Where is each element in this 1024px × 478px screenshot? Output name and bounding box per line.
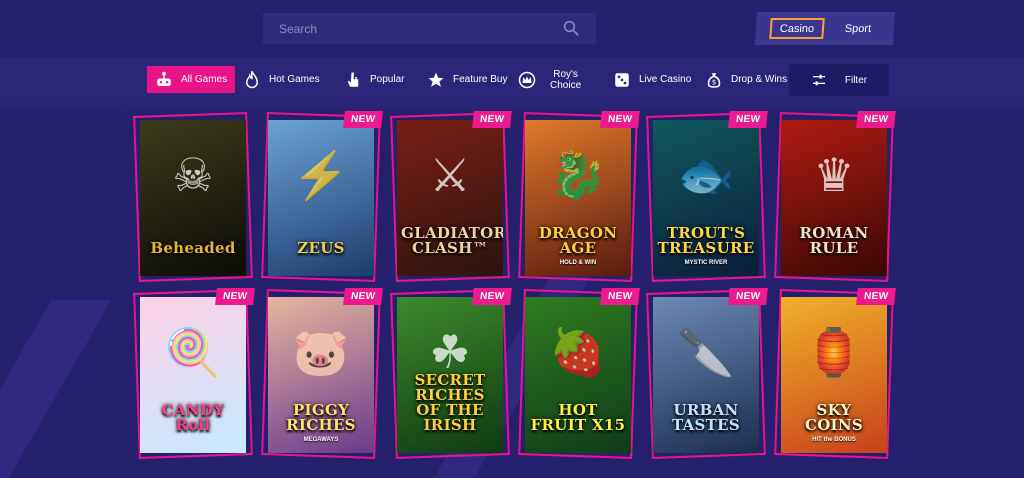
joystick-icon — [155, 71, 173, 89]
game-thumbnail[interactable]: ⚔ GLADIATOR CLASH™ — [397, 120, 503, 276]
game-thumbnail[interactable]: ⚡ ZEUS — [268, 120, 374, 276]
game-title: HOT FRUIT X15 — [530, 401, 626, 434]
game-title: PIGGY RICHES — [286, 401, 356, 434]
game-artwork-icon: 🐟 — [677, 149, 735, 201]
game-tile[interactable]: ⚔ GLADIATOR CLASH™ NEW — [390, 111, 512, 282]
game-tile[interactable]: 🔪 URBAN TASTES NEW — [646, 288, 768, 459]
game-title: CANDY Roll — [161, 401, 225, 434]
background-decoration — [0, 300, 112, 478]
game-tile[interactable]: ♛ ROMAN RULE NEW — [774, 111, 896, 282]
nav-live-casino[interactable]: Live Casino — [613, 66, 691, 93]
game-tile[interactable]: 🐷 PIGGY RICHES MEGAWAYS NEW — [261, 288, 383, 459]
sliders-icon — [811, 72, 827, 88]
sport-toggle[interactable]: Sport — [837, 18, 878, 39]
game-artwork-icon: 🍓 — [549, 326, 607, 378]
game-thumbnail[interactable]: 🍓 HOT FRUIT X15 — [525, 297, 631, 453]
nav-drop-wins[interactable]: $ Drop & Wins — [705, 66, 787, 93]
hand-pointer-icon — [344, 71, 362, 89]
game-artwork-icon: 🐷 — [292, 326, 350, 378]
game-artwork-icon: 🔪 — [677, 326, 735, 378]
nav-feature-buy[interactable]: Feature Buy — [427, 66, 507, 93]
casino-toggle[interactable]: Casino — [769, 18, 825, 39]
new-badge: NEW — [214, 288, 255, 305]
filter-label: Filter — [844, 74, 868, 86]
game-title: ZEUS — [297, 239, 345, 257]
new-badge: NEW — [855, 288, 896, 305]
game-title: SECRET RICHES OF THE IRISH — [414, 371, 486, 434]
game-thumbnail[interactable]: 🐟 TROUT'S TREASURE MYSTIC RIVER — [653, 120, 759, 276]
game-thumbnail[interactable]: 🔪 URBAN TASTES — [653, 297, 759, 453]
new-badge: NEW — [471, 111, 512, 128]
star-icon — [427, 71, 445, 89]
game-tile[interactable]: ⚡ ZEUS NEW — [261, 111, 383, 282]
nav-label: Live Casino — [639, 74, 692, 85]
filter-button[interactable]: Filter — [789, 64, 889, 96]
game-artwork-icon: 🍭 — [164, 326, 222, 378]
nav-label: Popular — [370, 74, 405, 85]
nav-label-line1: Roy's — [553, 68, 578, 80]
game-thumbnail[interactable]: ☘ SECRET RICHES OF THE IRISH — [397, 297, 503, 453]
game-tile[interactable]: ☠ Beheaded — [133, 112, 253, 282]
new-badge: NEW — [342, 111, 383, 128]
game-title: ROMAN RULE — [799, 224, 869, 257]
new-badge: NEW — [855, 111, 896, 128]
game-title: DRAGON AGE — [538, 224, 618, 257]
game-thumbnail[interactable]: 🐷 PIGGY RICHES MEGAWAYS — [268, 297, 374, 453]
flame-icon — [243, 70, 261, 89]
nav-all-games[interactable]: All Games — [147, 66, 236, 93]
game-tile[interactable]: 🐟 TROUT'S TREASURE MYSTIC RIVER NEW — [646, 111, 768, 282]
search-bar[interactable] — [263, 13, 596, 44]
game-artwork-icon: ⚔ — [429, 149, 471, 201]
nav-label: Hot Games — [269, 74, 320, 85]
game-thumbnail[interactable]: 🏮 SKY COINS HIT the BONUS — [781, 297, 887, 453]
game-subtitle: HIT the BONUS — [812, 437, 856, 443]
nav-roys-choice[interactable]: Roy's Choice — [518, 66, 581, 93]
game-thumbnail[interactable]: ☠ Beheaded — [140, 120, 246, 276]
game-tile[interactable]: 🏮 SKY COINS HIT the BONUS NEW — [774, 288, 896, 459]
game-thumbnail[interactable]: 🐉 DRAGON AGE HOLD & WIN — [525, 120, 631, 276]
game-artwork-icon: 🏮 — [805, 326, 863, 378]
game-artwork-icon: ☠ — [172, 149, 214, 201]
game-subtitle: MYSTIC RIVER — [684, 260, 728, 266]
game-artwork-icon: ⚡ — [292, 149, 350, 201]
new-badge: NEW — [727, 111, 768, 128]
crown-icon — [518, 71, 536, 89]
svg-text:$: $ — [712, 78, 716, 86]
new-badge: NEW — [599, 288, 640, 305]
nav-label: Drop & Wins — [731, 74, 788, 85]
game-title: TROUT'S TREASURE — [657, 224, 755, 257]
nav-label-line2: Choice — [550, 79, 582, 91]
search-icon[interactable] — [562, 19, 580, 37]
game-title: GLADIATOR CLASH™ — [401, 224, 503, 257]
game-tile[interactable]: 🍭 CANDY Roll NEW — [133, 288, 255, 459]
game-title: Beheaded — [150, 239, 236, 257]
game-tile[interactable]: 🍓 HOT FRUIT X15 NEW — [518, 288, 640, 459]
casino-sport-switch: Casino Sport — [754, 12, 896, 45]
game-subtitle: HOLD & WIN — [559, 260, 597, 266]
game-title: SKY COINS — [804, 401, 864, 434]
new-badge: NEW — [599, 111, 640, 128]
game-tile[interactable]: 🐉 DRAGON AGE HOLD & WIN NEW — [518, 111, 640, 282]
new-badge: NEW — [342, 288, 383, 305]
game-thumbnail[interactable]: 🍭 CANDY Roll — [140, 297, 246, 453]
money-bag-icon: $ — [705, 71, 723, 89]
new-badge: NEW — [727, 288, 768, 305]
new-badge: NEW — [471, 288, 512, 305]
search-input[interactable] — [279, 21, 549, 36]
game-thumbnail[interactable]: ♛ ROMAN RULE — [781, 120, 887, 276]
game-artwork-icon: ♛ — [813, 149, 855, 201]
nav-hot-games[interactable]: Hot Games — [243, 66, 320, 93]
game-tile[interactable]: ☘ SECRET RICHES OF THE IRISH NEW — [390, 288, 512, 459]
game-artwork-icon: 🐉 — [549, 149, 607, 201]
game-title: URBAN TASTES — [671, 401, 741, 434]
nav-popular[interactable]: Popular — [344, 66, 404, 93]
game-subtitle: MEGAWAYS — [303, 437, 339, 443]
nav-label: All Games — [181, 74, 228, 85]
nav-label: Feature Buy — [453, 74, 508, 85]
dice-icon — [613, 71, 631, 89]
